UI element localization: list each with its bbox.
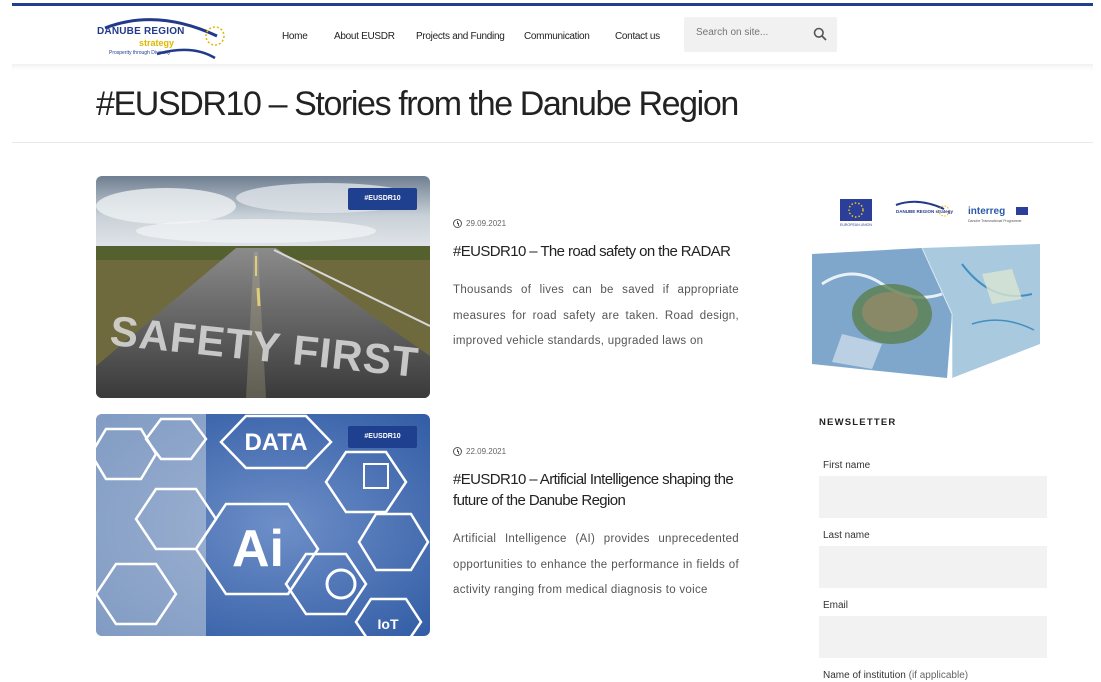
post-1-image[interactable]: SAFETY FIRST #EUSDR10 [96,176,430,398]
post-2-tag[interactable]: #EUSDR10 [348,426,417,448]
post-1-tag[interactable]: #EUSDR10 [348,188,417,210]
nav-home[interactable]: Home [282,31,308,42]
first-name-field[interactable] [819,476,1047,518]
post-1-date: 29.09.2021 [453,219,506,228]
logo-line1: DANUBE REGION [97,26,185,37]
logo-tagline: Prosperity through Diversity [109,50,171,56]
post-1-title[interactable]: #EUSDR10 – The road safety on the RADAR [453,241,753,262]
nav-projects-funding[interactable]: Projects and Funding [416,31,505,42]
email-field[interactable] [819,616,1047,658]
danube-region-map[interactable] [812,244,1040,378]
map-cube-image [812,244,1040,378]
last-name-label: Last name [823,530,870,541]
search-input[interactable] [694,26,808,39]
logo-line2: strategy [139,38,175,48]
ai-image-ai-text: Ai [232,520,284,578]
partner-logos-graphic: EUROPEAN UNION DANUBE REGION strategy in… [840,199,1028,227]
search-icon[interactable] [813,27,827,41]
institution-label-text: Name of institution [823,670,906,681]
institution-hint: (if applicable) [908,670,969,681]
site-header: DANUBE REGION strategy Prosperity throug… [12,6,1093,64]
partner-logos: EUROPEAN UNION DANUBE REGION strategy in… [838,197,1033,227]
post-2-date-text: 22.09.2021 [466,447,507,456]
clock-icon [453,447,462,456]
nav-communication[interactable]: Communication [524,31,590,42]
newsletter-heading: NEWSLETTER [819,417,897,428]
eu-caption: EUROPEAN UNION [840,223,872,227]
danube-caption: DANUBE REGION strategy [896,209,954,214]
ai-image-data-text: DATA [244,429,307,456]
post-2-date: 22.09.2021 [453,447,506,456]
page-title: #EUSDR10 – Stories from the Danube Regio… [96,85,739,123]
post-2-excerpt: Artificial Intelligence (AI) provides un… [453,533,739,596]
interreg-subcaption: Danube Transnational Programme [968,219,1022,223]
last-name-field[interactable] [819,546,1047,588]
post-2-image[interactable]: DATA Ai IoT #EUSDR10 [96,414,430,636]
nav-about[interactable]: About EUSDR [334,31,395,42]
ai-image-iot-text: IoT [378,616,399,632]
first-name-label: First name [823,460,871,471]
clock-icon [453,219,462,228]
email-label: Email [823,600,849,611]
institution-label: Name of institution (if applicable) [823,670,968,681]
post-1-date-text: 29.09.2021 [466,219,507,228]
site-logo[interactable]: DANUBE REGION strategy Prosperity throug… [97,14,227,60]
post-2-title[interactable]: #EUSDR10 – Artificial Intelligence shapi… [453,469,743,511]
site-search [684,17,837,52]
interreg-caption: interreg [968,206,1005,217]
post-1-excerpt: Thousands of lives can be saved if appro… [453,284,739,347]
nav-contact[interactable]: Contact us [615,31,660,42]
